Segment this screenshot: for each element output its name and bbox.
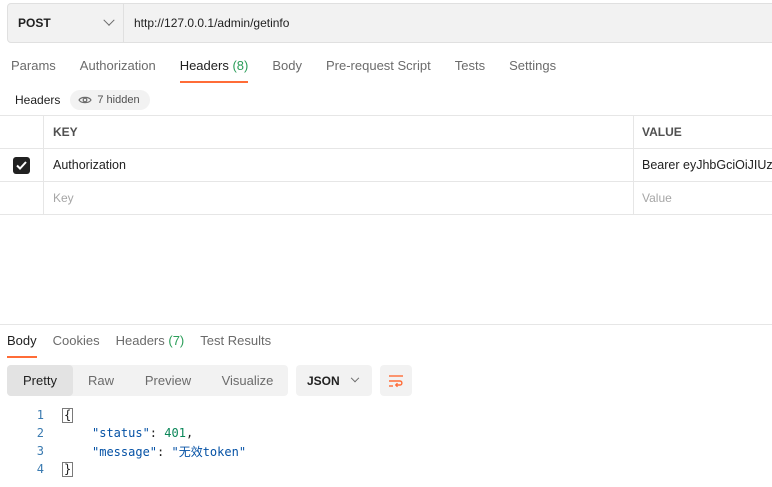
json-key: "status" (92, 426, 150, 440)
response-tabs: Body Cookies Headers (7) Test Results (0, 333, 271, 358)
hidden-count-label: 7 hidden (97, 94, 140, 106)
headers-subheader: Headers 7 hidden (15, 90, 150, 110)
key-placeholder: Key (53, 191, 74, 205)
tab-label: Params (11, 58, 56, 73)
headers-label: Headers (15, 93, 61, 107)
key-column-header: KEY (44, 116, 634, 148)
tab-label: Body (7, 333, 37, 348)
tab-settings[interactable]: Settings (509, 58, 556, 83)
tab-label: Tests (454, 58, 486, 73)
header-value-field[interactable]: Bearer eyJhbGciOiJIUzI1NiIsInR5cCI6IkpXV… (634, 149, 772, 181)
tab-label: Headers (179, 58, 229, 73)
url-input[interactable]: http://127.0.0.1/admin/getinfo (124, 4, 772, 42)
header-key-field[interactable]: Authorization (44, 149, 634, 181)
new-key-input[interactable]: Key (44, 182, 634, 214)
table-row-empty: Key Value (0, 182, 772, 215)
hidden-headers-toggle[interactable]: 7 hidden (70, 90, 150, 110)
wrap-lines-icon (389, 374, 403, 387)
response-tab-body[interactable]: Body (7, 333, 37, 358)
view-pretty-button[interactable]: Pretty (7, 365, 73, 396)
view-raw-button[interactable]: Raw (73, 365, 129, 396)
table-row: Authorization Bearer eyJhbGciOiJIUzI1NiI… (0, 149, 772, 182)
row-checkbox-cell (0, 149, 44, 181)
code-line: 2 "status": 401, (0, 424, 246, 442)
response-tab-test-results[interactable]: Test Results (200, 333, 271, 358)
tab-count: (8) (232, 58, 249, 73)
tab-pre-request-script[interactable]: Pre-request Script (326, 58, 431, 83)
eye-icon (78, 96, 93, 104)
table-header-row: KEY VALUE (0, 116, 772, 149)
new-value-input[interactable]: Value (634, 182, 772, 214)
code-line: 4 } (0, 460, 246, 478)
value-column-header: VALUE (642, 125, 682, 139)
view-visualize-button[interactable]: Visualize (207, 365, 288, 396)
code-line: 3 "message": "无效token" (0, 442, 246, 460)
request-bar: POST http://127.0.0.1/admin/getinfo (7, 3, 772, 43)
request-tabs: Params Authorization Headers (8) Body Pr… (0, 58, 556, 84)
tab-headers[interactable]: Headers (8) (179, 58, 249, 83)
tab-label: Test Results (200, 333, 272, 348)
tab-label: Settings (509, 58, 557, 73)
tab-label: Pre-request Script (325, 58, 431, 73)
header-key-text: Authorization (53, 158, 126, 172)
tab-tests[interactable]: Tests (455, 58, 485, 83)
response-format-toolbar: Pretty Raw Preview Visualize JSON (7, 365, 412, 396)
view-mode-group: Pretty Raw Preview Visualize (7, 365, 288, 396)
tab-authorization[interactable]: Authorization (80, 58, 156, 83)
tab-params[interactable]: Params (11, 58, 56, 83)
chevron-down-icon (103, 14, 115, 26)
header-value-text: Bearer eyJhbGciOiJIUzI1NiIsInR5cCI6IkpXV… (642, 158, 772, 172)
json-key: "message" (92, 444, 158, 459)
chevron-down-icon (350, 373, 360, 382)
checkbox-column-header (0, 116, 44, 148)
line-number: 2 (36, 426, 44, 440)
view-preview-button[interactable]: Preview (129, 365, 207, 396)
tab-label: Authorization (79, 58, 156, 73)
language-label: JSON (307, 373, 340, 388)
response-tab-headers[interactable]: Headers (7) (116, 333, 185, 358)
json-string-value: "无效token" (171, 444, 247, 459)
line-number: 3 (36, 444, 44, 458)
close-brace: } (62, 461, 74, 477)
tab-label: Headers (115, 333, 165, 348)
open-brace: { (62, 407, 74, 423)
response-tab-cookies[interactable]: Cookies (53, 333, 100, 358)
header-enabled-checkbox[interactable] (13, 156, 30, 174)
wrap-lines-button[interactable] (380, 365, 412, 396)
headers-table: KEY VALUE Authorization Bearer eyJhbGciO… (0, 115, 772, 215)
line-number: 1 (36, 408, 44, 422)
checkmark-icon (16, 160, 27, 170)
tab-count: (7) (168, 333, 185, 348)
url-text: http://127.0.0.1/admin/getinfo (134, 16, 290, 30)
method-label: POST (18, 16, 51, 30)
json-number-value: 401 (164, 426, 186, 440)
line-number: 4 (36, 462, 44, 476)
response-divider (0, 324, 772, 325)
tab-label: Body (272, 58, 302, 73)
value-placeholder: Value (642, 191, 672, 205)
language-select[interactable]: JSON (296, 365, 372, 396)
code-line: 1 { (0, 406, 246, 424)
response-body-viewer[interactable]: 1 { 2 "status": 401, 3 "message": "无效tok… (0, 406, 246, 478)
tab-label: Cookies (52, 333, 100, 348)
row-checkbox-cell (0, 182, 44, 214)
tab-body[interactable]: Body (272, 58, 302, 83)
method-select[interactable]: POST (8, 4, 124, 42)
